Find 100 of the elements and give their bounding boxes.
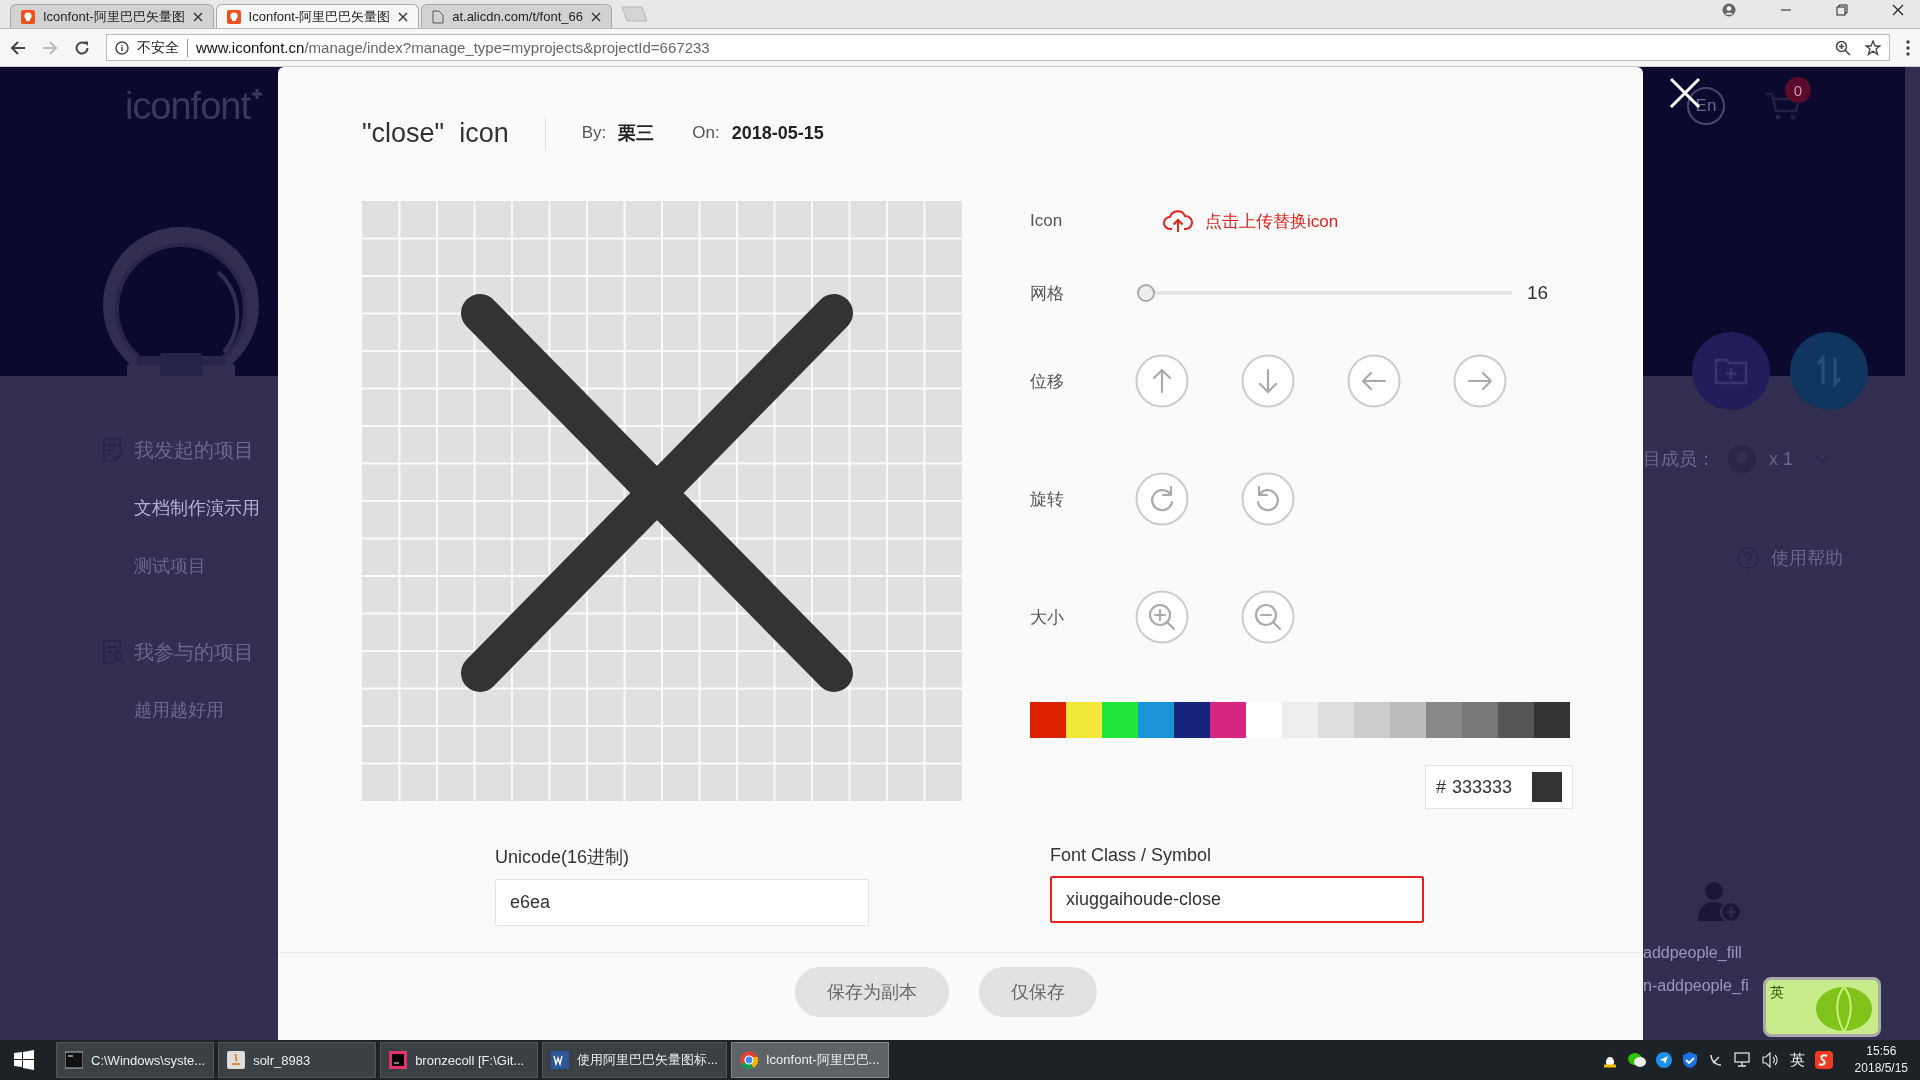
color-swatch[interactable]: [1390, 702, 1426, 738]
zoom-out-icon[interactable]: [1241, 590, 1295, 644]
color-swatch[interactable]: [1210, 702, 1246, 738]
grid-value: 16: [1527, 282, 1549, 304]
color-swatch[interactable]: [1246, 702, 1282, 738]
arrow-right-icon[interactable]: [1453, 354, 1507, 408]
row-label: 网格: [1030, 282, 1065, 305]
tab-title: Iconfont-阿里巴巴矢量图: [43, 7, 185, 26]
section-heading: 我发起的项目: [134, 437, 254, 463]
close-icon[interactable]: [1892, 4, 1904, 16]
date-label: On:: [692, 123, 720, 143]
text-field[interactable]: e6ea: [495, 879, 869, 926]
project-item[interactable]: 文档制作演示用: [134, 488, 278, 528]
color-preview: [1532, 772, 1562, 802]
new-tab-icon[interactable]: [618, 6, 648, 22]
row-label: 旋转: [1030, 488, 1065, 511]
taskbar-button[interactable]: C:\Windows\syste...: [56, 1042, 215, 1078]
paper-plane-icon[interactable]: [1655, 1052, 1672, 1068]
rotate-clockwise-icon[interactable]: [1135, 472, 1189, 526]
color-swatch[interactable]: [1462, 702, 1498, 738]
members-label: 目成员：: [1643, 448, 1715, 471]
tab-title: at.alicdn.com/t/font_66: [452, 9, 583, 24]
browser-tab[interactable]: Iconfont-阿里巴巴矢量图: [215, 4, 420, 28]
address-bar[interactable]: 不安全 www.iconfont.cn/manage/index?manage_type=myprojects&projectId=667233: [106, 34, 1890, 61]
save-button[interactable]: 仅保存: [979, 967, 1097, 1017]
date-value: 2018-05-15: [731, 122, 824, 144]
zoom-icon[interactable]: [1835, 39, 1851, 56]
network-icon[interactable]: [1733, 1052, 1752, 1068]
color-swatch[interactable]: [1102, 702, 1138, 738]
taskbar-button[interactable]: solr_8983: [218, 1042, 377, 1078]
browser-tab[interactable]: at.alicdn.com/t/font_66: [421, 4, 612, 28]
browser-tab[interactable]: Iconfont-阿里巴巴矢量图: [10, 4, 214, 28]
row-label: 位移: [1030, 370, 1065, 393]
row-label: Icon: [1030, 211, 1064, 231]
field-label: Font Class / Symbol: [1050, 845, 1213, 866]
close-icon[interactable]: [192, 11, 203, 22]
color-swatch[interactable]: [1066, 702, 1102, 738]
java-icon: [227, 1051, 246, 1069]
add-person-icon: [1697, 880, 1741, 922]
word-icon: [551, 1051, 570, 1069]
star-icon[interactable]: [1865, 39, 1881, 56]
windows-start-icon[interactable]: [14, 1050, 34, 1070]
reload-icon[interactable]: [74, 39, 90, 56]
color-swatch[interactable]: [1138, 702, 1174, 738]
color-swatch[interactable]: [1426, 702, 1462, 738]
author-name: 栗三: [618, 122, 655, 145]
clock[interactable]: 15:56 2018/5/15: [1854, 1043, 1908, 1077]
member-count: x 1: [1769, 448, 1793, 470]
swap-icon[interactable]: [1790, 332, 1868, 410]
color-swatch[interactable]: [1498, 702, 1534, 738]
count-badge: 0: [1785, 77, 1811, 103]
info-icon: [115, 40, 129, 55]
text-field[interactable]: xiuggaihoude-close: [1050, 876, 1424, 923]
url-text: www.iconfont.cn/manage/index?manage_type=myprojects&projectId=667233: [196, 39, 710, 56]
restore-icon[interactable]: [1836, 4, 1848, 16]
zoom-in-icon[interactable]: [1135, 590, 1189, 644]
plus-icon: [252, 89, 262, 99]
author-label: By:: [581, 123, 607, 143]
color-swatch[interactable]: [1174, 702, 1210, 738]
icon-name: n-addpeople_fi: [1643, 977, 1749, 996]
input-language[interactable]: 英: [1789, 1050, 1805, 1070]
color-hex-field[interactable]: # 333333: [1424, 765, 1573, 809]
penguin-icon[interactable]: [1601, 1051, 1618, 1069]
upload-link[interactable]: 点击上传替换icon: [1163, 209, 1339, 233]
chat-icon[interactable]: [1627, 1052, 1646, 1068]
document-icon: [432, 9, 445, 24]
row-label: 大小: [1030, 606, 1065, 629]
color-swatch[interactable]: [1354, 702, 1390, 738]
account-icon[interactable]: [1722, 3, 1736, 17]
arrow-down-icon[interactable]: [1241, 354, 1295, 408]
cloud-upload-icon: [1163, 209, 1193, 233]
ide-icon: [389, 1051, 408, 1069]
arrow-left-icon[interactable]: [1347, 354, 1401, 408]
folder-add-icon[interactable]: [1692, 332, 1770, 410]
skull-icon: [226, 9, 241, 24]
color-swatch[interactable]: [1318, 702, 1354, 738]
taskbar-button[interactable]: 使用阿里巴巴矢量图标...: [542, 1042, 727, 1078]
save-button[interactable]: 保存为副本: [795, 967, 949, 1017]
close-icon[interactable]: [398, 11, 409, 22]
taskbar-button[interactable]: bronzecoll [F:\Git...: [380, 1042, 539, 1078]
icon-name: addpeople_fill: [1643, 944, 1742, 963]
sogou-icon[interactable]: [1814, 1051, 1833, 1069]
input-method-widget[interactable]: 英: [1763, 977, 1881, 1037]
arrow-up-icon[interactable]: [1135, 354, 1189, 408]
slider-thumb[interactable]: [1137, 284, 1155, 302]
menu-icon[interactable]: [1906, 39, 1910, 56]
shield-icon[interactable]: [1681, 1051, 1698, 1069]
color-swatch[interactable]: [1282, 702, 1318, 738]
close-icon[interactable]: [591, 11, 601, 22]
rotate-counterclockwise-icon[interactable]: [1241, 472, 1295, 526]
color-swatch[interactable]: [1030, 702, 1066, 738]
security-label: 不安全: [137, 38, 188, 57]
back-icon[interactable]: [10, 39, 26, 56]
section-heading: 我参与的项目: [134, 639, 254, 665]
browser-icon: [740, 1051, 758, 1069]
color-swatch[interactable]: [1534, 702, 1570, 738]
taskbar-button[interactable]: Iconfont-阿里巴巴...: [731, 1042, 889, 1078]
volume-icon[interactable]: [1761, 1052, 1780, 1068]
forward-icon[interactable]: [42, 39, 58, 56]
field-label: Unicode(16进制): [495, 846, 631, 869]
